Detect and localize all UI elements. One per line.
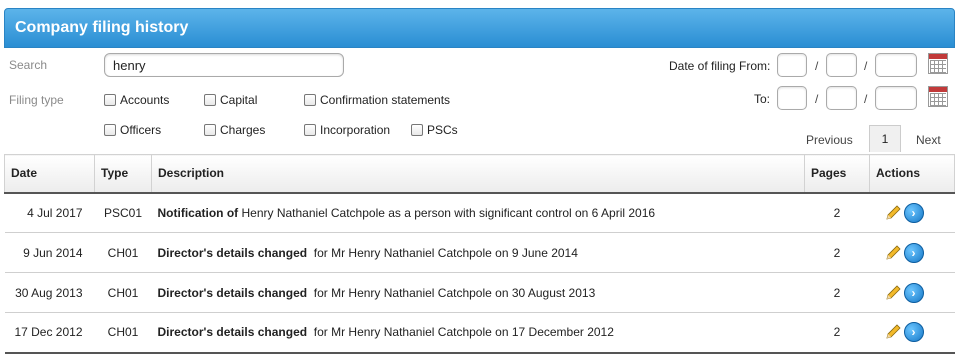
search-label: Search [9, 58, 48, 72]
pencil-icon[interactable] [884, 244, 902, 262]
row-actions: › [869, 272, 955, 313]
date-from-day-input[interactable] [777, 53, 807, 77]
date-to-day-input[interactable] [777, 86, 807, 110]
description-title: Director's details changed [157, 325, 308, 340]
checkbox-box[interactable] [204, 94, 216, 106]
date-from-year-input[interactable] [875, 53, 917, 77]
row-description: Notification of Henry Nathaniel Catchpol… [151, 192, 805, 233]
row-date: 30 Aug 2013 [4, 272, 95, 313]
arrow-right-circle-icon[interactable]: › [903, 322, 924, 343]
row-date: 17 Dec 2012 [4, 312, 95, 354]
description-title: Notification of [157, 205, 239, 220]
date-from-month-input[interactable] [826, 53, 857, 77]
row-pages: 2 [804, 192, 870, 233]
checkbox-box[interactable] [104, 124, 116, 136]
table-row: 30 Aug 2013 CH01 Director's details chan… [4, 272, 955, 313]
checkbox-box[interactable] [411, 124, 423, 136]
row-actions: › [869, 312, 955, 354]
row-date: 4 Jul 2017 [4, 192, 95, 233]
table-row: 9 Jun 2014 CH01 Director's details chang… [4, 232, 955, 273]
pagination-next[interactable]: Next [916, 133, 941, 147]
row-actions: › [869, 232, 955, 273]
description-detail: for Mr Henry Nathaniel Catchpole on 9 Ju… [307, 245, 578, 260]
pencil-icon[interactable] [884, 284, 902, 302]
description-detail: for Mr Henry Nathaniel Catchpole on 30 A… [307, 285, 596, 300]
row-description: Director's details changed for Mr Henry … [151, 272, 805, 313]
calendar-icon[interactable] [928, 86, 948, 107]
filter-incorporation-checkbox[interactable]: Incorporation [304, 123, 390, 137]
filter-capital-checkbox[interactable]: Capital [204, 93, 257, 107]
date-to-label: To: [754, 92, 771, 106]
description-detail: Henry Nathaniel Catchpole as a person wi… [238, 205, 656, 220]
pencil-icon[interactable] [884, 204, 902, 222]
row-type: CH01 [94, 312, 152, 354]
table-row: 4 Jul 2017 PSC01 Notification of Henry N… [4, 192, 955, 233]
filter-charges-checkbox[interactable]: Charges [204, 123, 265, 137]
date-separator: / [864, 92, 868, 106]
filing-history-table: Date Type Description Pages Actions 4 Ju… [4, 154, 955, 354]
checkbox-box[interactable] [304, 124, 316, 136]
filter-confirmation-statements-checkbox[interactable]: Confirmation statements [304, 93, 450, 107]
arrow-right-circle-icon[interactable]: › [903, 242, 924, 263]
row-description: Director's details changed for Mr Henry … [151, 312, 805, 354]
pagination-current-page[interactable]: 1 [869, 125, 901, 152]
date-separator: / [864, 59, 868, 73]
column-header-pages: Pages [804, 154, 870, 194]
row-pages: 2 [804, 272, 870, 313]
page-title: Company filing history [4, 8, 955, 48]
checkbox-box[interactable] [104, 94, 116, 106]
checkbox-box[interactable] [304, 94, 316, 106]
row-type: CH01 [94, 232, 152, 273]
filter-pscs-checkbox[interactable]: PSCs [411, 123, 458, 137]
row-type: PSC01 [94, 192, 152, 233]
row-date: 9 Jun 2014 [4, 232, 95, 273]
checkbox-box[interactable] [204, 124, 216, 136]
row-actions: › [869, 192, 955, 233]
column-header-date: Date [4, 154, 95, 194]
description-title: Director's details changed [157, 245, 308, 260]
date-separator: / [815, 59, 819, 73]
filter-accounts-checkbox[interactable]: Accounts [104, 93, 169, 107]
calendar-icon[interactable] [928, 53, 948, 74]
row-pages: 2 [804, 312, 870, 354]
date-from-label: Date of filing From: [669, 59, 771, 73]
filing-type-label: Filing type [9, 93, 64, 107]
column-header-type: Type [94, 154, 152, 194]
column-header-actions: Actions [869, 154, 955, 194]
row-pages: 2 [804, 232, 870, 273]
arrow-right-circle-icon[interactable]: › [903, 282, 924, 303]
date-to-month-input[interactable] [826, 86, 857, 110]
arrow-right-circle-icon[interactable]: › [903, 202, 924, 223]
date-to-year-input[interactable] [875, 86, 917, 110]
description-detail: for Mr Henry Nathaniel Catchpole on 17 D… [307, 325, 614, 340]
search-input[interactable] [104, 53, 344, 77]
filter-officers-checkbox[interactable]: Officers [104, 123, 161, 137]
table-header-row: Date Type Description Pages Actions [4, 154, 955, 194]
pagination-previous[interactable]: Previous [806, 133, 853, 147]
table-row: 17 Dec 2012 CH01 Director's details chan… [4, 312, 955, 354]
column-header-description: Description [151, 154, 805, 194]
description-title: Director's details changed [157, 285, 308, 300]
row-type: CH01 [94, 272, 152, 313]
date-separator: / [815, 92, 819, 106]
row-description: Director's details changed for Mr Henry … [151, 232, 805, 273]
pencil-icon[interactable] [884, 323, 902, 341]
